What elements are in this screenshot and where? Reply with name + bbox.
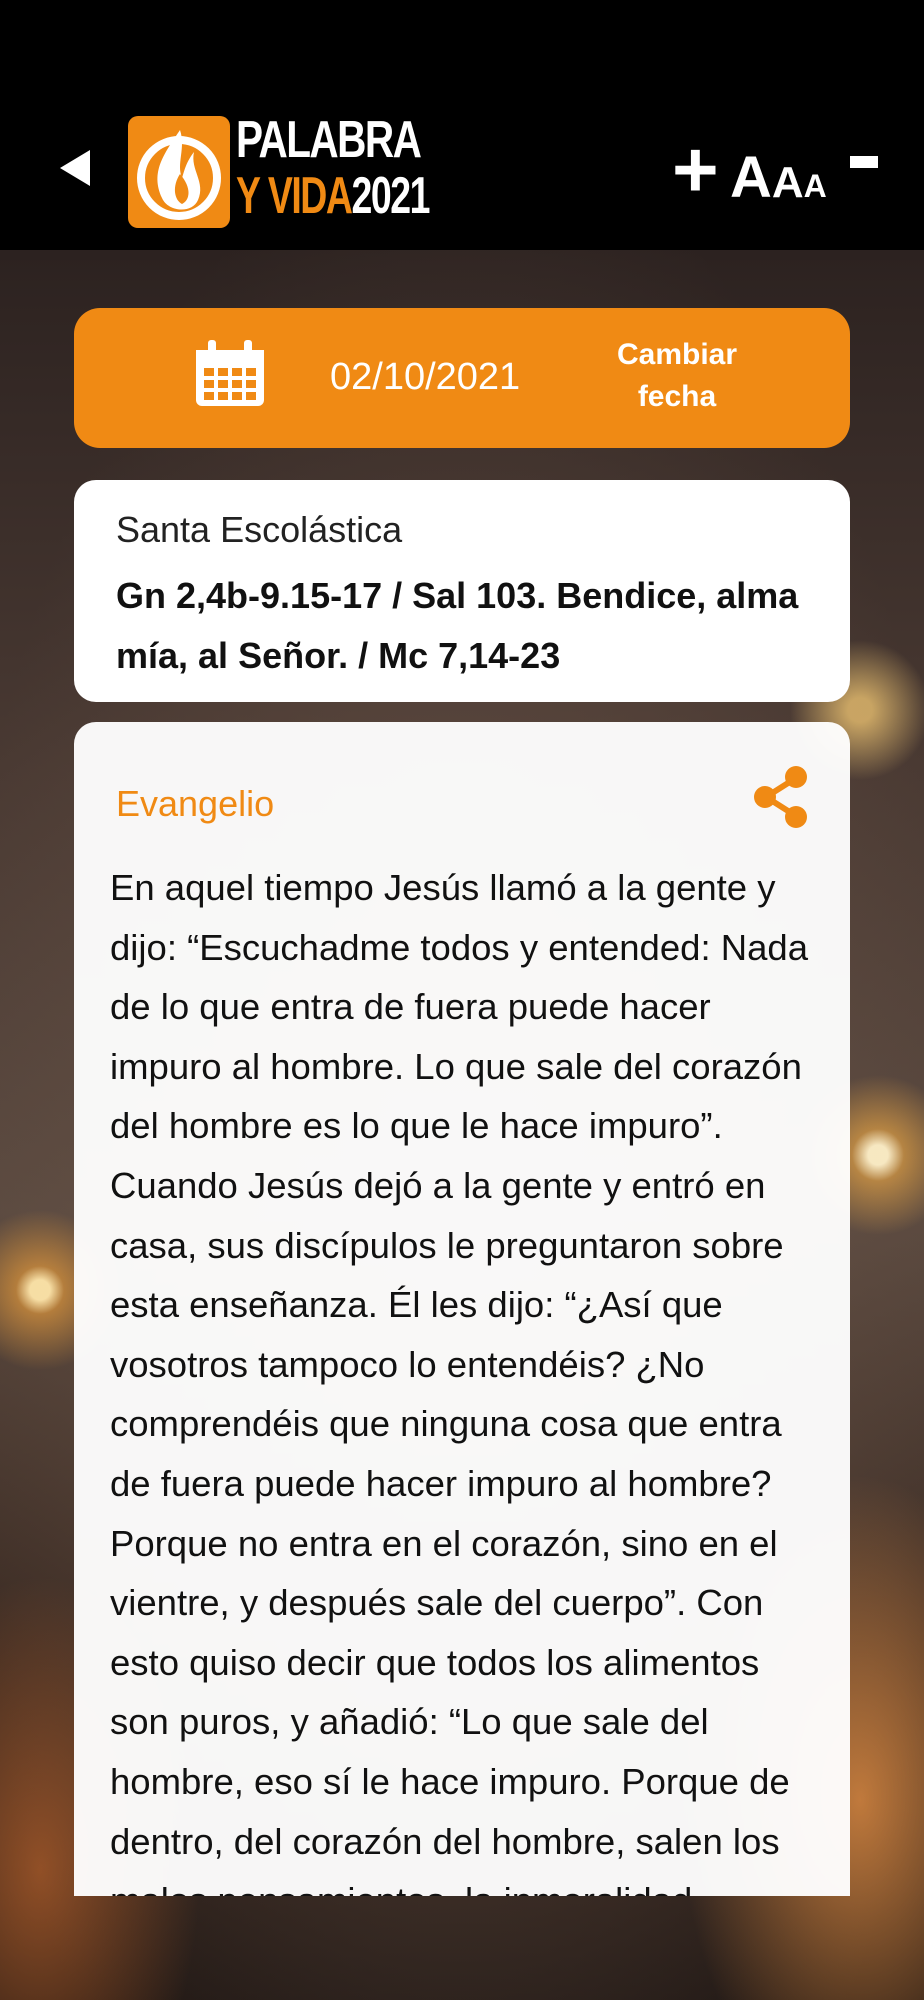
font-sample-large: A (730, 145, 772, 210)
gospel-card: Evangelio En aquel tiempo Jesús llamó a … (74, 722, 850, 1896)
font-size-controls: + AAA (672, 130, 902, 218)
logo-year: 2021 (351, 167, 431, 225)
font-size-sample: AAA (730, 148, 827, 223)
calendar-icon[interactable] (194, 340, 266, 408)
gospel-title: Evangelio (116, 783, 275, 824)
app-header: PALABRA Y VIDA2021 + AAA (0, 0, 924, 250)
app-logo: PALABRA Y VIDA2021 (128, 112, 430, 230)
saint-name: Santa Escolástica (116, 509, 403, 550)
share-icon[interactable] (752, 764, 812, 830)
logo-subtitle: Y VIDA2021 (236, 166, 431, 226)
font-sample-small: A (803, 168, 827, 204)
gospel-text: En aquel tiempo Jesús llamó a la gente y… (110, 867, 808, 1896)
logo-subtitle-words: Y VIDA (236, 167, 353, 225)
logo-badge (128, 116, 230, 228)
flame-icon (137, 130, 221, 220)
logo-title: PALABRA (236, 111, 422, 169)
font-decrease-button[interactable] (850, 156, 878, 168)
date-bar: 02/10/2021 Cambiar fecha (74, 308, 850, 448)
font-sample-medium: A (771, 158, 804, 207)
font-increase-button[interactable]: + (672, 130, 719, 210)
readings-reference: Gn 2,4b-9.15-17 / Sal 103. Bendice, alma… (116, 575, 799, 676)
saint-card: Santa Escolástica Gn 2,4b-9.15-17 / Sal … (74, 480, 850, 702)
change-date-button[interactable]: Cambiar fecha (602, 334, 752, 418)
selected-date: 02/10/2021 (330, 356, 521, 398)
back-triangle-icon[interactable] (56, 146, 92, 190)
